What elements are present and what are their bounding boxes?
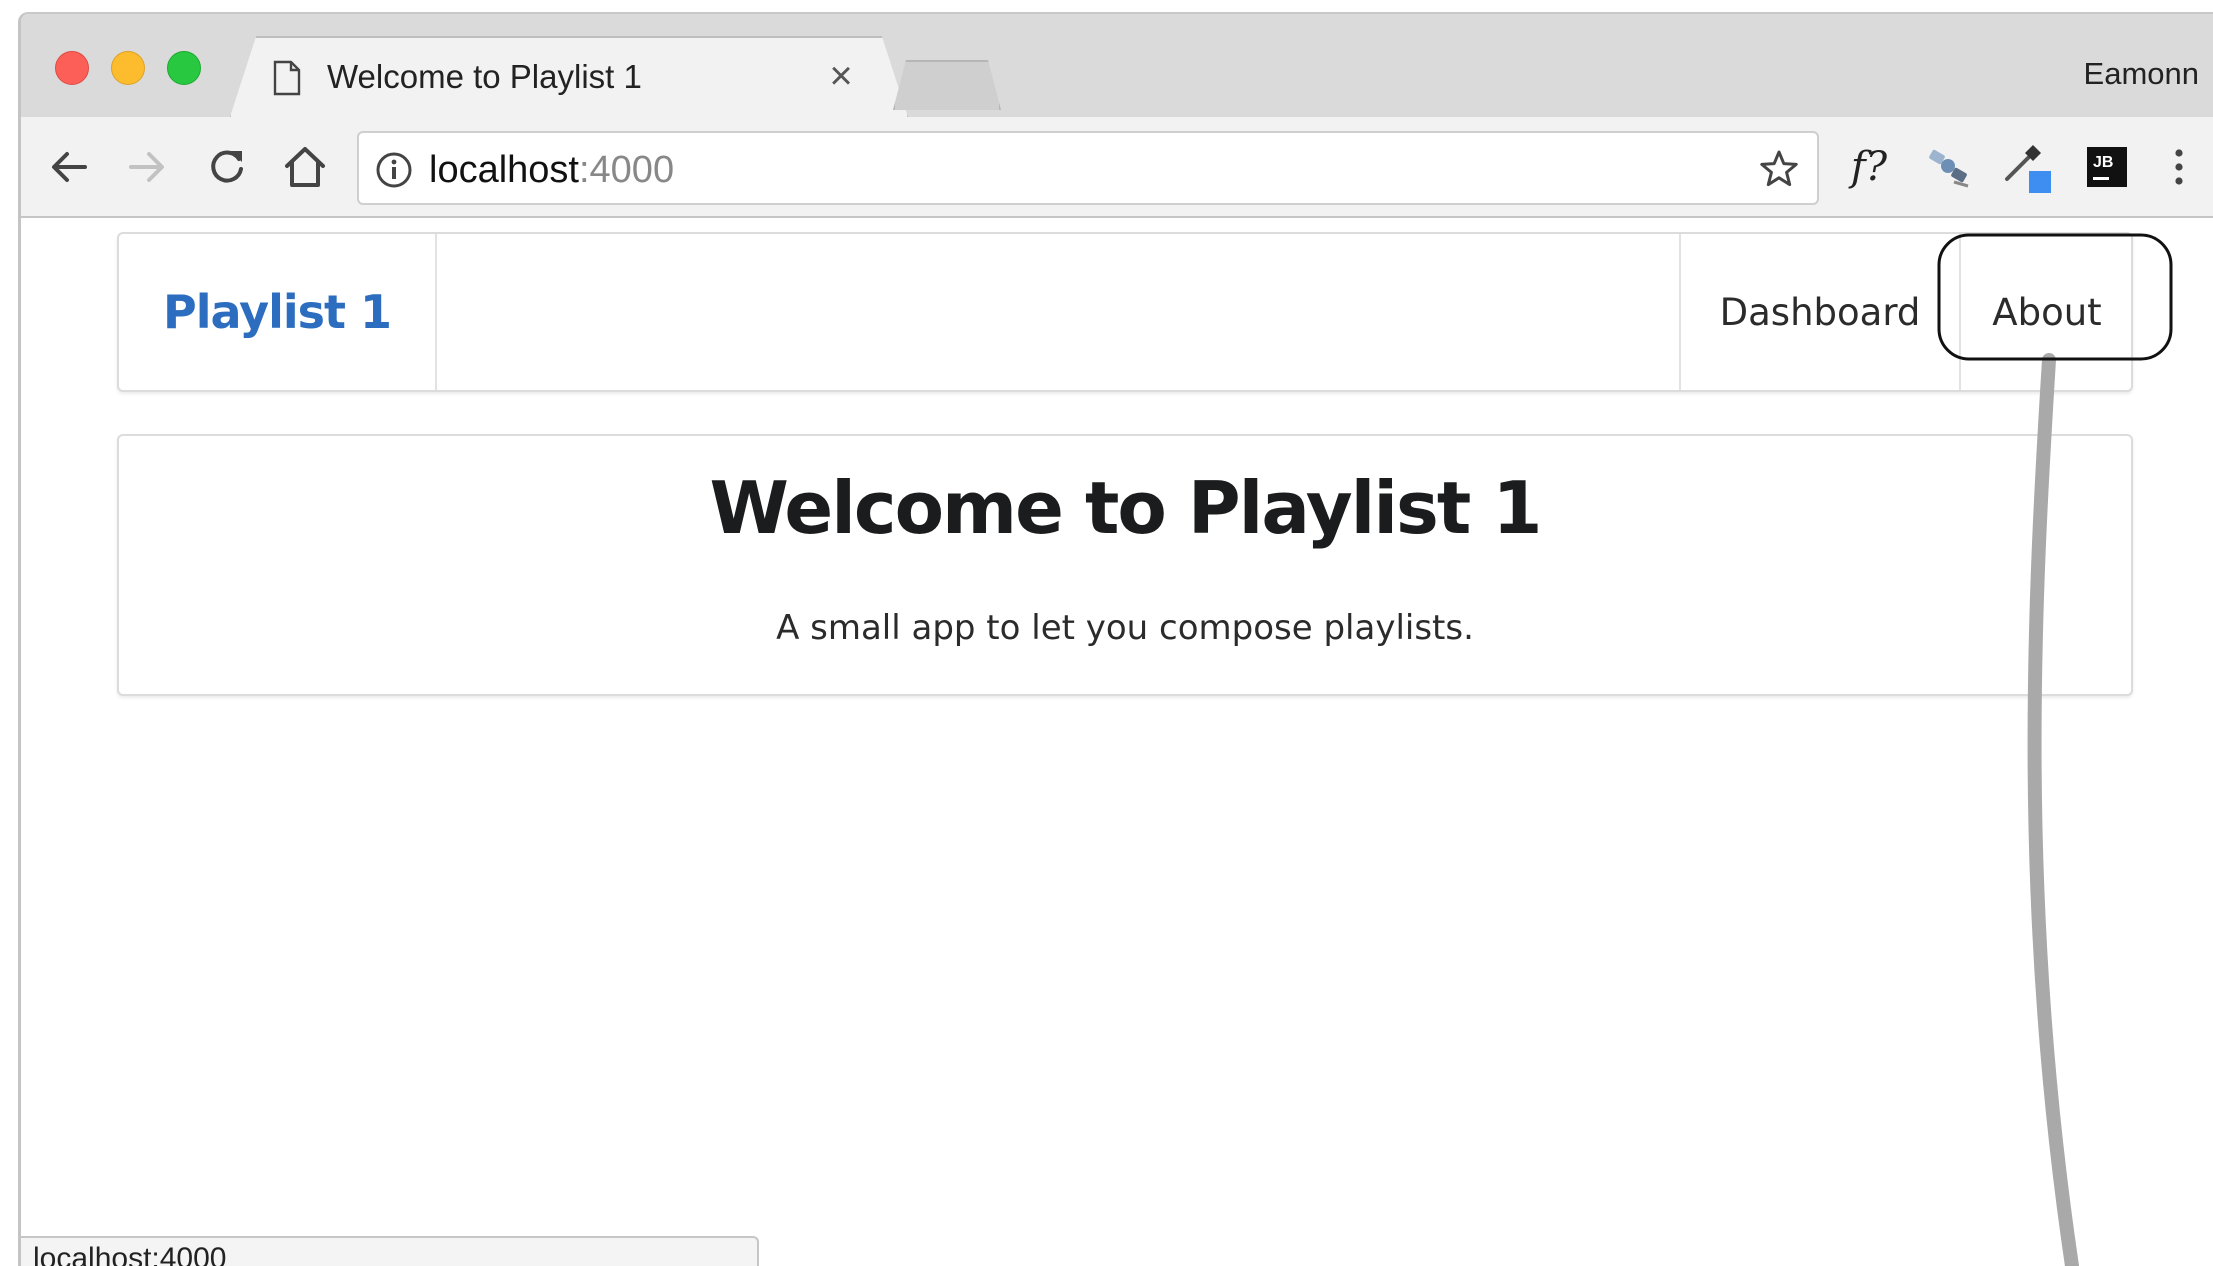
nav-item-about-label: About xyxy=(1992,290,2102,334)
star-icon[interactable] xyxy=(1759,149,1799,189)
brand-link[interactable]: Playlist 1 xyxy=(119,234,437,390)
nav-item-dashboard[interactable]: Dashboard xyxy=(1679,234,1959,390)
forward-arrow-icon xyxy=(129,152,164,182)
nav-item-dashboard-label: Dashboard xyxy=(1719,290,1921,334)
back-button[interactable] xyxy=(43,141,95,193)
eyedropper-icon xyxy=(2005,145,2051,193)
jetbrains-icon: JB xyxy=(2087,147,2127,187)
status-url: localhost:4000 xyxy=(33,1242,227,1266)
app-navbar: Playlist 1 Dashboard About xyxy=(117,232,2133,392)
address-bar[interactable]: localhost:4000 xyxy=(357,131,1819,205)
new-tab-button[interactable] xyxy=(893,60,1001,110)
window-minimize-button[interactable] xyxy=(111,51,145,85)
profile-button[interactable]: Eamonn xyxy=(2084,56,2199,92)
browser-toolbar: localhost:4000 f? JB xyxy=(21,117,2213,218)
tab-title[interactable]: Welcome to Playlist 1 xyxy=(327,58,642,96)
info-icon[interactable] xyxy=(375,151,413,189)
eyedropper-extension-button[interactable] xyxy=(2001,139,2057,195)
title-bar: Welcome to Playlist 1 × Eamonn xyxy=(21,14,2213,120)
url-host: localhost xyxy=(429,149,579,191)
page-title: Welcome to Playlist 1 xyxy=(709,466,1543,550)
browser-menu-button[interactable] xyxy=(2151,139,2207,195)
tab-close-icon[interactable]: × xyxy=(821,56,861,96)
svg-text:JB: JB xyxy=(2093,154,2113,171)
url-text[interactable]: localhost:4000 xyxy=(429,149,674,192)
web-page: Playlist 1 Dashboard About Welcome to Pl… xyxy=(21,220,2213,1266)
more-vert-icon xyxy=(2175,149,2183,185)
browser-window: Welcome to Playlist 1 × Eamonn localhost… xyxy=(18,12,2213,1266)
window-maximize-button[interactable] xyxy=(167,51,201,85)
window-close-button[interactable] xyxy=(55,51,89,85)
fquery-extension-button[interactable]: f? xyxy=(1841,139,1897,195)
home-icon xyxy=(285,147,325,187)
page-icon xyxy=(273,60,301,96)
home-button[interactable] xyxy=(279,141,331,193)
url-port: :4000 xyxy=(578,149,675,191)
reload-button[interactable] xyxy=(201,141,253,193)
status-bar: localhost:4000 xyxy=(21,1236,759,1266)
back-arrow-icon xyxy=(52,152,87,182)
welcome-segment: Welcome to Playlist 1 A small app to let… xyxy=(117,434,2133,696)
jetbrains-extension-button[interactable]: JB xyxy=(2079,139,2135,195)
page-subtitle: A small app to let you compose playlists… xyxy=(776,608,1474,648)
satellite-extension-button[interactable] xyxy=(1921,139,1977,195)
satellite-icon xyxy=(1929,149,1969,188)
forward-button[interactable] xyxy=(121,141,173,193)
nav-item-about[interactable]: About xyxy=(1959,234,2133,390)
brand-label: Playlist 1 xyxy=(162,285,392,339)
reload-icon xyxy=(211,150,243,183)
